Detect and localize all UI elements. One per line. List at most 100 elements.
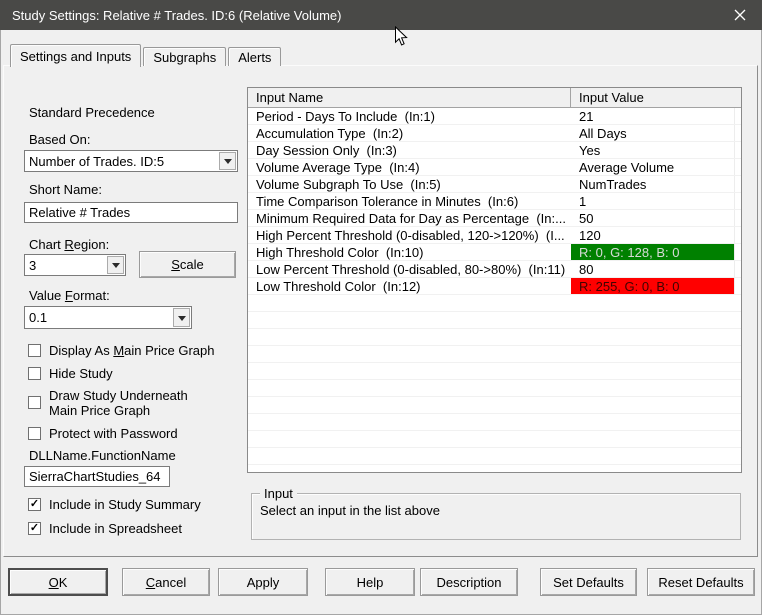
input-name-cell: Accumulation Type (In:2)	[256, 126, 404, 141]
checkbox-hide-study[interactable]: Hide Study	[28, 366, 113, 381]
table-row-empty[interactable]	[248, 431, 741, 448]
checkbox-draw-study-underneath[interactable]: Draw Study Underneath Main Price Graph	[28, 388, 199, 418]
inputs-table-header: Input Name Input Value	[248, 88, 741, 108]
title-bar[interactable]: Study Settings: Relative # Trades. ID:6 …	[0, 0, 762, 30]
scale-button[interactable]: Scale	[139, 251, 236, 278]
column-header-input-value[interactable]: Input Value	[571, 88, 741, 107]
tab-bar: Settings and Inputs Subgraphs Alerts	[10, 44, 283, 67]
input-name-cell: Low Threshold Color (In:12)	[256, 279, 421, 294]
checkbox-label: Protect with Password	[49, 426, 178, 441]
table-row[interactable]: Time Comparison Tolerance in Minutes (In…	[248, 193, 741, 210]
value-format-selected-value: 0.1	[29, 310, 48, 325]
chart-region-dropdown[interactable]: 3	[24, 254, 126, 276]
checkbox-box-icon[interactable]	[28, 522, 41, 535]
table-row-empty[interactable]	[248, 448, 741, 465]
window-title: Study Settings: Relative # Trades. ID:6 …	[12, 7, 342, 23]
tab-settings-and-inputs[interactable]: Settings and Inputs	[10, 44, 142, 67]
short-name-value: Relative # Trades	[29, 205, 131, 220]
based-on-label: Based On:	[29, 132, 91, 147]
set-defaults-button[interactable]: Set Defaults	[540, 568, 637, 596]
checkbox-label: Draw Study Underneath Main Price Graph	[49, 388, 188, 418]
input-name-cell: High Percent Threshold (0-disabled, 120-…	[256, 228, 565, 243]
reset-defaults-button[interactable]: Reset Defaults	[647, 568, 755, 596]
cancel-button[interactable]: Cancel	[122, 568, 210, 596]
table-row[interactable]: High Threshold Color (In:10) R: 0, G: 128…	[248, 244, 741, 261]
table-row[interactable]: Period - Days To Include (In:1) 21	[248, 108, 741, 125]
value-format-dropdown[interactable]: 0.1	[24, 306, 192, 329]
standard-precedence-label: Standard Precedence	[29, 105, 155, 120]
dll-name-label: DLLName.FunctionName	[29, 448, 176, 463]
input-groupbox: Input Select an input in the list above	[251, 486, 741, 540]
dll-name-value: SierraChartStudies_64	[29, 469, 161, 484]
input-value-cell: Yes	[571, 142, 735, 158]
apply-button[interactable]: Apply	[218, 568, 308, 596]
short-name-label: Short Name:	[29, 182, 102, 197]
table-row-empty[interactable]	[248, 397, 741, 414]
table-row-empty[interactable]	[248, 329, 741, 346]
checkbox-label: Include in Study Summary	[49, 497, 201, 512]
table-row-empty[interactable]	[248, 346, 741, 363]
chart-region-selected-value: 3	[29, 257, 37, 273]
input-value-cell: R: 255, G: 0, B: 0	[571, 278, 735, 294]
table-row-empty[interactable]	[248, 414, 741, 431]
input-name-cell: Minimum Required Data for Day as Percent…	[256, 211, 566, 226]
input-name-cell: Period - Days To Include (In:1)	[256, 109, 435, 124]
table-row-empty[interactable]	[248, 380, 741, 397]
checkbox-box-icon[interactable]	[28, 396, 41, 409]
dll-name-input[interactable]: SierraChartStudies_64	[24, 466, 170, 487]
checkbox-include-in-study-summary[interactable]: Include in Study Summary	[28, 497, 201, 512]
input-value-cell: 1	[571, 193, 735, 209]
table-row[interactable]: Low Percent Threshold (0-disabled, 80->8…	[248, 261, 741, 278]
column-header-input-name[interactable]: Input Name	[248, 88, 571, 107]
checkbox-label: Display As Main Price Graph	[49, 343, 215, 358]
ok-button[interactable]: OK	[8, 568, 108, 596]
input-name-cell: Low Percent Threshold (0-disabled, 80->8…	[256, 262, 566, 277]
tab-subgraphs[interactable]: Subgraphs	[143, 47, 227, 66]
table-row-empty[interactable]	[248, 295, 741, 312]
table-row[interactable]: Accumulation Type (In:2) All Days	[248, 125, 741, 142]
close-icon[interactable]	[718, 0, 762, 30]
checkbox-box-icon[interactable]	[28, 498, 41, 511]
checkbox-include-in-spreadsheet[interactable]: Include in Spreadsheet	[28, 521, 182, 536]
input-name-cell: Day Session Only (In:3)	[256, 143, 397, 158]
table-row[interactable]: Minimum Required Data for Day as Percent…	[248, 210, 741, 227]
description-button[interactable]: Description	[420, 568, 518, 596]
table-row[interactable]: Volume Average Type (In:4) Average Volume	[248, 159, 741, 176]
input-value-cell: 50	[571, 210, 735, 226]
tab-alerts[interactable]: Alerts	[228, 47, 282, 66]
input-value-cell: R: 0, G: 128, B: 0	[571, 244, 735, 260]
chevron-down-icon[interactable]	[173, 308, 190, 327]
based-on-dropdown[interactable]: Number of Trades. ID:5	[24, 150, 238, 172]
table-row[interactable]: Volume Subgraph To Use (In:5) NumTrades	[248, 176, 741, 193]
chart-region-label: Chart Region:	[29, 237, 110, 252]
input-value-cell: 80	[571, 261, 735, 277]
input-name-cell: High Threshold Color (In:10)	[256, 245, 424, 260]
study-settings-dialog: Study Settings: Relative # Trades. ID:6 …	[0, 0, 762, 615]
chevron-down-icon[interactable]	[107, 256, 124, 274]
table-row[interactable]: Low Threshold Color (In:12) R: 255, G: 0,…	[248, 278, 741, 295]
help-button[interactable]: Help	[325, 568, 415, 596]
checkbox-box-icon[interactable]	[28, 344, 41, 357]
short-name-input[interactable]: Relative # Trades	[24, 202, 238, 223]
value-format-label: Value Format:	[29, 288, 110, 303]
checkbox-box-icon[interactable]	[28, 427, 41, 440]
input-name-cell: Time Comparison Tolerance in Minutes (In…	[256, 194, 519, 209]
checkbox-display-as-main-price-graph[interactable]: Display As Main Price Graph	[28, 343, 214, 358]
input-name-cell: Volume Subgraph To Use (In:5)	[256, 177, 441, 192]
checkbox-box-icon[interactable]	[28, 367, 41, 380]
checkbox-label: Include in Spreadsheet	[49, 521, 182, 536]
table-row-empty[interactable]	[248, 363, 741, 380]
checkbox-protect-with-password[interactable]: Protect with Password	[28, 426, 178, 441]
chevron-down-icon[interactable]	[219, 152, 236, 170]
table-row-empty[interactable]	[248, 312, 741, 329]
table-row[interactable]: High Percent Threshold (0-disabled, 120-…	[248, 227, 741, 244]
table-row[interactable]: Day Session Only (In:3) Yes	[248, 142, 741, 159]
inputs-table[interactable]: Input Name Input Value Period - Days To …	[247, 87, 742, 473]
checkbox-label: Hide Study	[49, 366, 113, 381]
input-groupbox-legend: Input	[260, 486, 297, 501]
input-value-cell: NumTrades	[571, 176, 735, 192]
inputs-table-body: Period - Days To Include (In:1) 21 Accumul…	[248, 108, 741, 465]
input-value-cell: All Days	[571, 125, 735, 141]
settings-and-inputs-page: Standard Precedence Based On: Number of …	[3, 65, 758, 557]
input-value-cell: 120	[571, 227, 735, 243]
